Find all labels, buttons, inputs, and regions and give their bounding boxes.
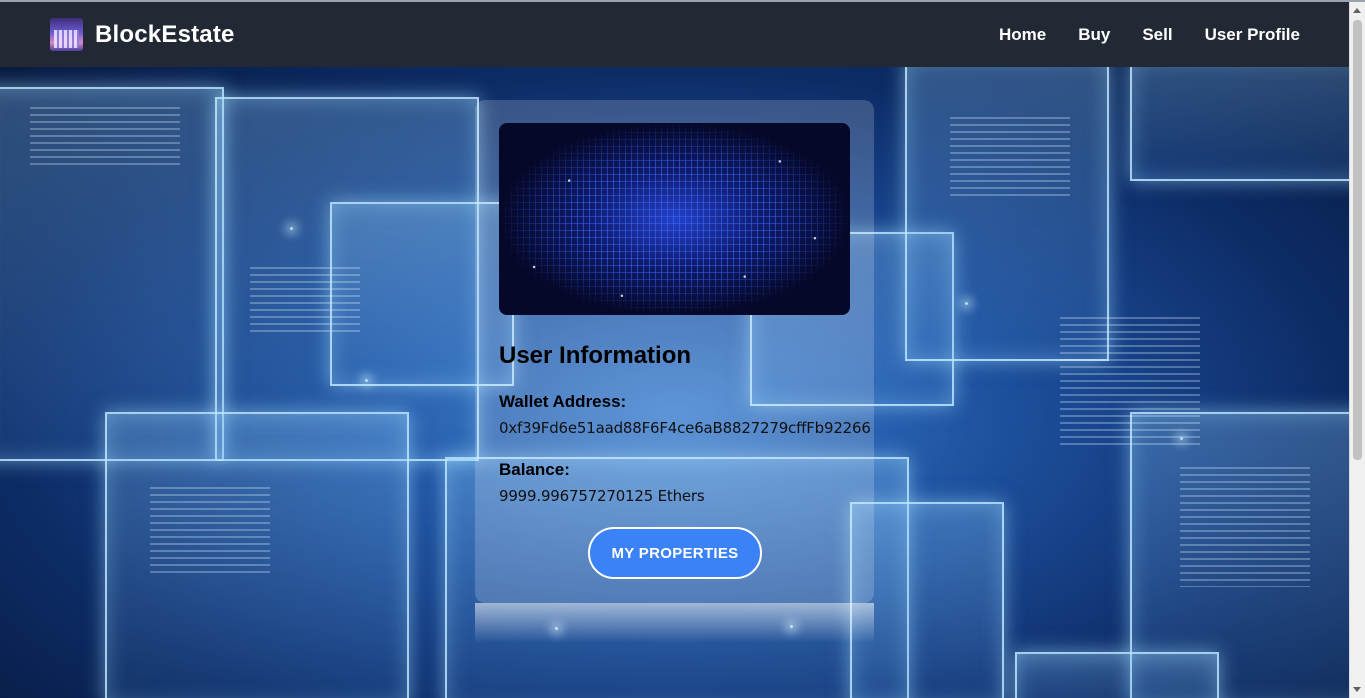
balance-label: Balance: (499, 460, 570, 479)
bg-code-lines (1060, 317, 1200, 447)
wallet-address-label: Wallet Address: (499, 392, 627, 411)
card-reflection (475, 603, 874, 643)
card-title: User Information (499, 342, 692, 369)
scroll-down-arrow-icon[interactable] (1353, 687, 1361, 692)
balance-value: 9999.996757270125 Ethers (499, 487, 705, 505)
wallet-address-value: 0xf39Fd6e51aad88F6F4ce6aB8827279cffFb922… (499, 419, 871, 437)
bg-sparkle (965, 302, 968, 305)
bg-code-lines (150, 487, 270, 577)
bg-code-lines (30, 107, 180, 167)
scroll-thumb[interactable] (1353, 20, 1362, 460)
scroll-up-arrow-icon[interactable] (1353, 8, 1361, 13)
bg-sparkle (365, 379, 368, 382)
bg-cube (1130, 67, 1350, 181)
nav-link-home[interactable]: Home (999, 25, 1046, 45)
brand[interactable]: BlockEstate (50, 18, 235, 51)
nav-link-buy[interactable]: Buy (1078, 25, 1110, 45)
bg-code-lines (250, 267, 360, 337)
city-logo-icon (50, 18, 83, 51)
brand-name: BlockEstate (95, 20, 235, 48)
nav-link-user-profile[interactable]: User Profile (1205, 25, 1300, 45)
nav-link-sell[interactable]: Sell (1142, 25, 1172, 45)
bg-sparkle (290, 227, 293, 230)
bg-code-lines (1180, 467, 1310, 587)
bg-sparkle (1180, 437, 1183, 440)
bg-cube (1015, 652, 1219, 698)
nav-links: Home Buy Sell User Profile (967, 25, 1300, 45)
my-properties-button[interactable]: MY PROPERTIES (588, 527, 762, 579)
navbar: BlockEstate Home Buy Sell User Profile (0, 2, 1350, 67)
circuit-brain-image (499, 123, 850, 315)
page-scrollbar[interactable] (1349, 2, 1365, 698)
bg-code-lines (950, 117, 1070, 197)
